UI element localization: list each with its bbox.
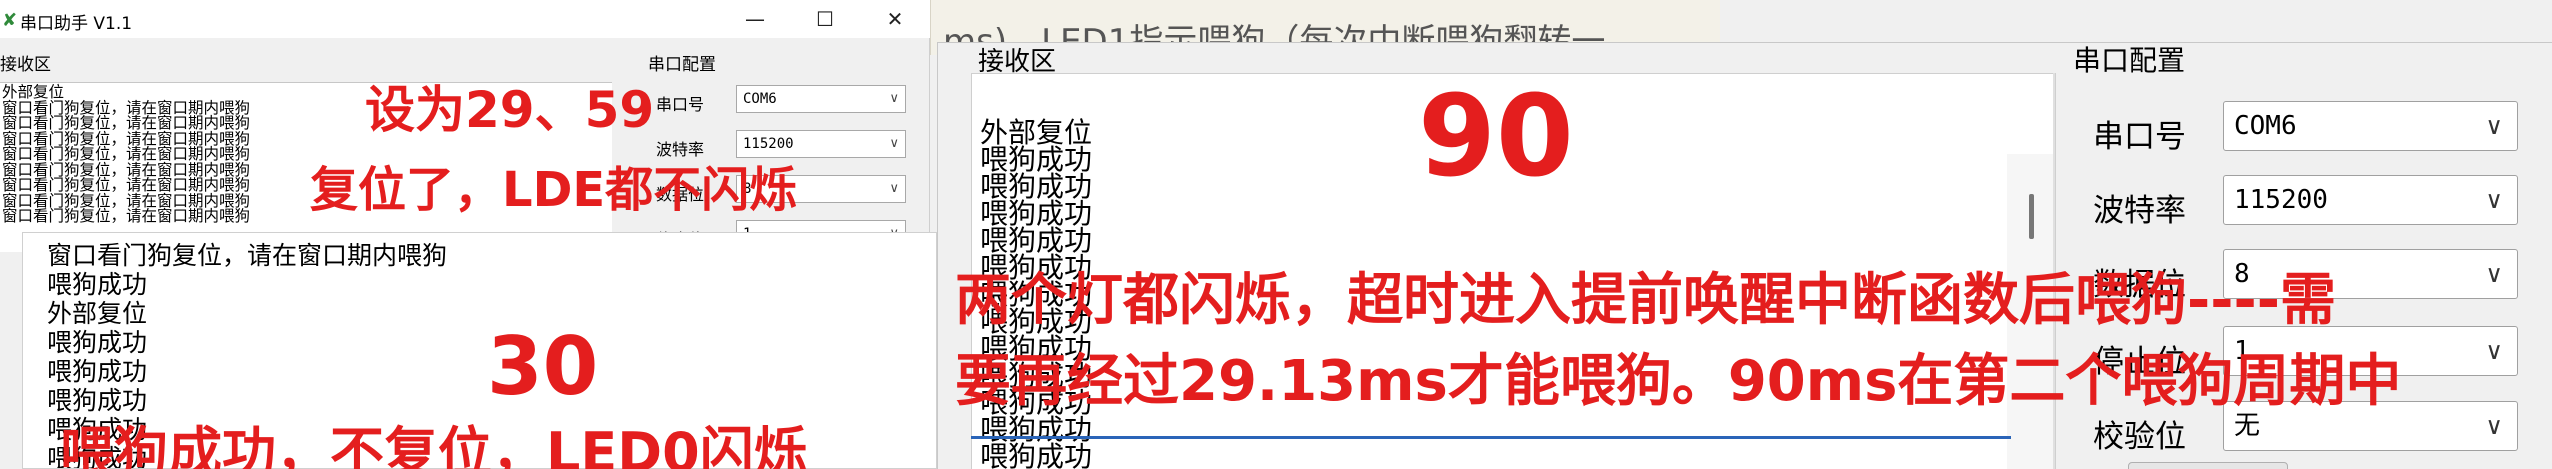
port-label: 串口号 [2093,119,2186,155]
port-label: 串口号 [656,95,705,114]
port-value: COM6 [743,91,777,107]
receive-area-label: 接收区 [0,55,51,75]
log-line: 喂狗成功 [47,270,148,299]
log-line: 窗口看门狗复位，请在窗口期内喂狗 [2,207,251,225]
baud-label: 波特率 [2093,193,2186,229]
maximize-icon[interactable]: ☐ [810,4,840,34]
chevron-down-icon: ∨ [2485,412,2503,440]
port-select[interactable]: COM6 ∨ [736,85,906,113]
log-line: 外部复位 [47,299,148,328]
window-title: 串口助手 V1.1 [20,14,133,34]
log-line: 喂狗成功 [47,328,148,357]
log-line: 喂狗成功 [980,143,1093,176]
close-icon[interactable]: ✕ [880,4,910,34]
port-value: COM6 [2234,111,2297,141]
receive-text: 外部复位 窗口看门狗复位，请在窗口期内喂狗 窗口看门狗复位，请在窗口期内喂狗 窗口看门… [2,84,251,225]
app-icon: ✘ [2,10,18,31]
chevron-down-icon: ∨ [2485,337,2503,365]
baud-select[interactable]: 115200 ∨ [2223,175,2518,225]
log-line: 外部复位 [980,116,1093,149]
parity-label: 校验位 [2093,419,2186,455]
log-line: 喂狗成功 [47,357,148,386]
annotation-set-29-59: 设为29、59 [365,81,655,139]
serial-config-label: 串口配置 [2073,44,2186,77]
log-line: 喂狗成功 [980,224,1093,257]
annotation-feed-ok-led0: 喂狗成功，不复位，LED0闪烁 [60,421,808,469]
chevron-down-icon: ∨ [889,181,899,196]
annotation-30: 30 [487,320,599,413]
log-line: 窗口看门狗复位，请在窗口期内喂狗 [47,241,448,270]
annotation-both-blink-line2: 要再经过29.13ms才能喂狗。90ms在第二个喂狗周期中 [955,349,2402,414]
bottom-button[interactable] [2128,462,2288,469]
annotation-90: 90 [1418,72,1574,202]
log-line: 喂狗成功 [980,440,1093,469]
chevron-down-icon: ∨ [2485,112,2503,140]
annotation-reset-no-blink: 复位了，LDE都不闪烁 [310,162,798,218]
title-bar: ✘ 串口助手 V1.1 — ☐ ✕ [0,0,930,38]
chevron-down-icon: ∨ [889,136,899,151]
log-line: 喂狗成功 [980,197,1093,230]
port-select[interactable]: COM6 ∨ [2223,101,2518,151]
port-row: 串口号 COM6 ∨ [2093,101,2543,156]
chevron-down-icon: ∨ [889,91,899,106]
log-line: 喂狗成功 [980,170,1093,203]
baud-value: 115200 [2234,185,2328,215]
focus-underline [971,436,2011,439]
baud-row: 波特率 115200 ∨ [2093,175,2543,230]
scrollbar-thumb[interactable] [2029,194,2034,239]
annotation-both-blink-line1: 两个灯都闪烁，超时进入提前唤醒中断函数后喂狗----需 [955,268,2336,333]
minimize-icon[interactable]: — [740,4,770,34]
chevron-down-icon: ∨ [2485,186,2503,214]
serial-config-label: 串口配置 [648,55,716,75]
chevron-down-icon: ∨ [2485,260,2503,288]
